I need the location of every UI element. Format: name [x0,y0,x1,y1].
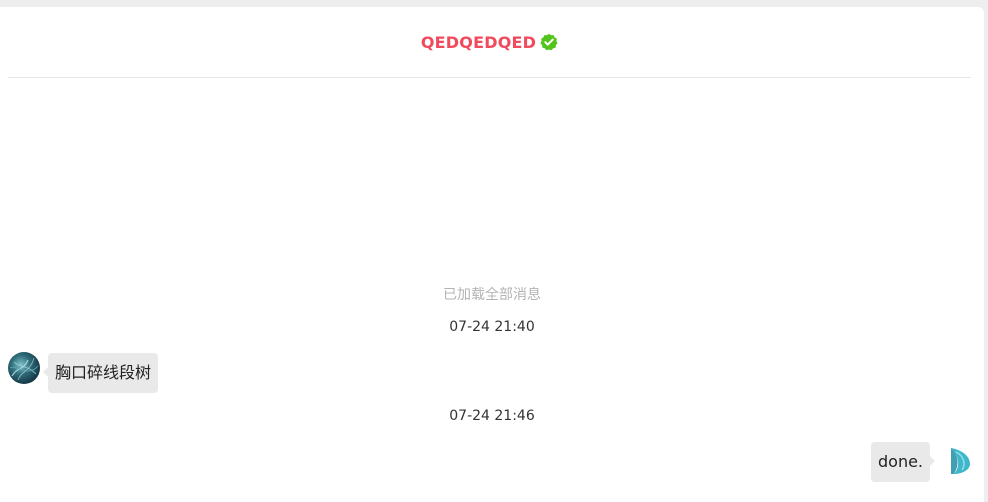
self-avatar[interactable] [948,444,980,476]
user-avatar[interactable] [8,352,40,384]
verified-check-icon [540,33,558,51]
message-timestamp: 07-24 21:40 [449,319,535,335]
chat-title[interactable]: QEDQEDQED [421,33,536,52]
message-bubble-sent[interactable]: done. [871,442,936,482]
chat-panel: QEDQEDQED 已加载全部消息 07-24 21:40 胸口碎线段树 07-… [0,7,984,502]
message-timestamp: 07-24 21:46 [449,408,535,424]
chat-title-row: QEDQEDQED [421,33,558,52]
message-bubble-received[interactable]: 胸口碎线段树 [42,353,159,393]
chat-header: QEDQEDQED [8,7,971,78]
all-messages-loaded-notice: 已加载全部消息 [443,287,541,303]
